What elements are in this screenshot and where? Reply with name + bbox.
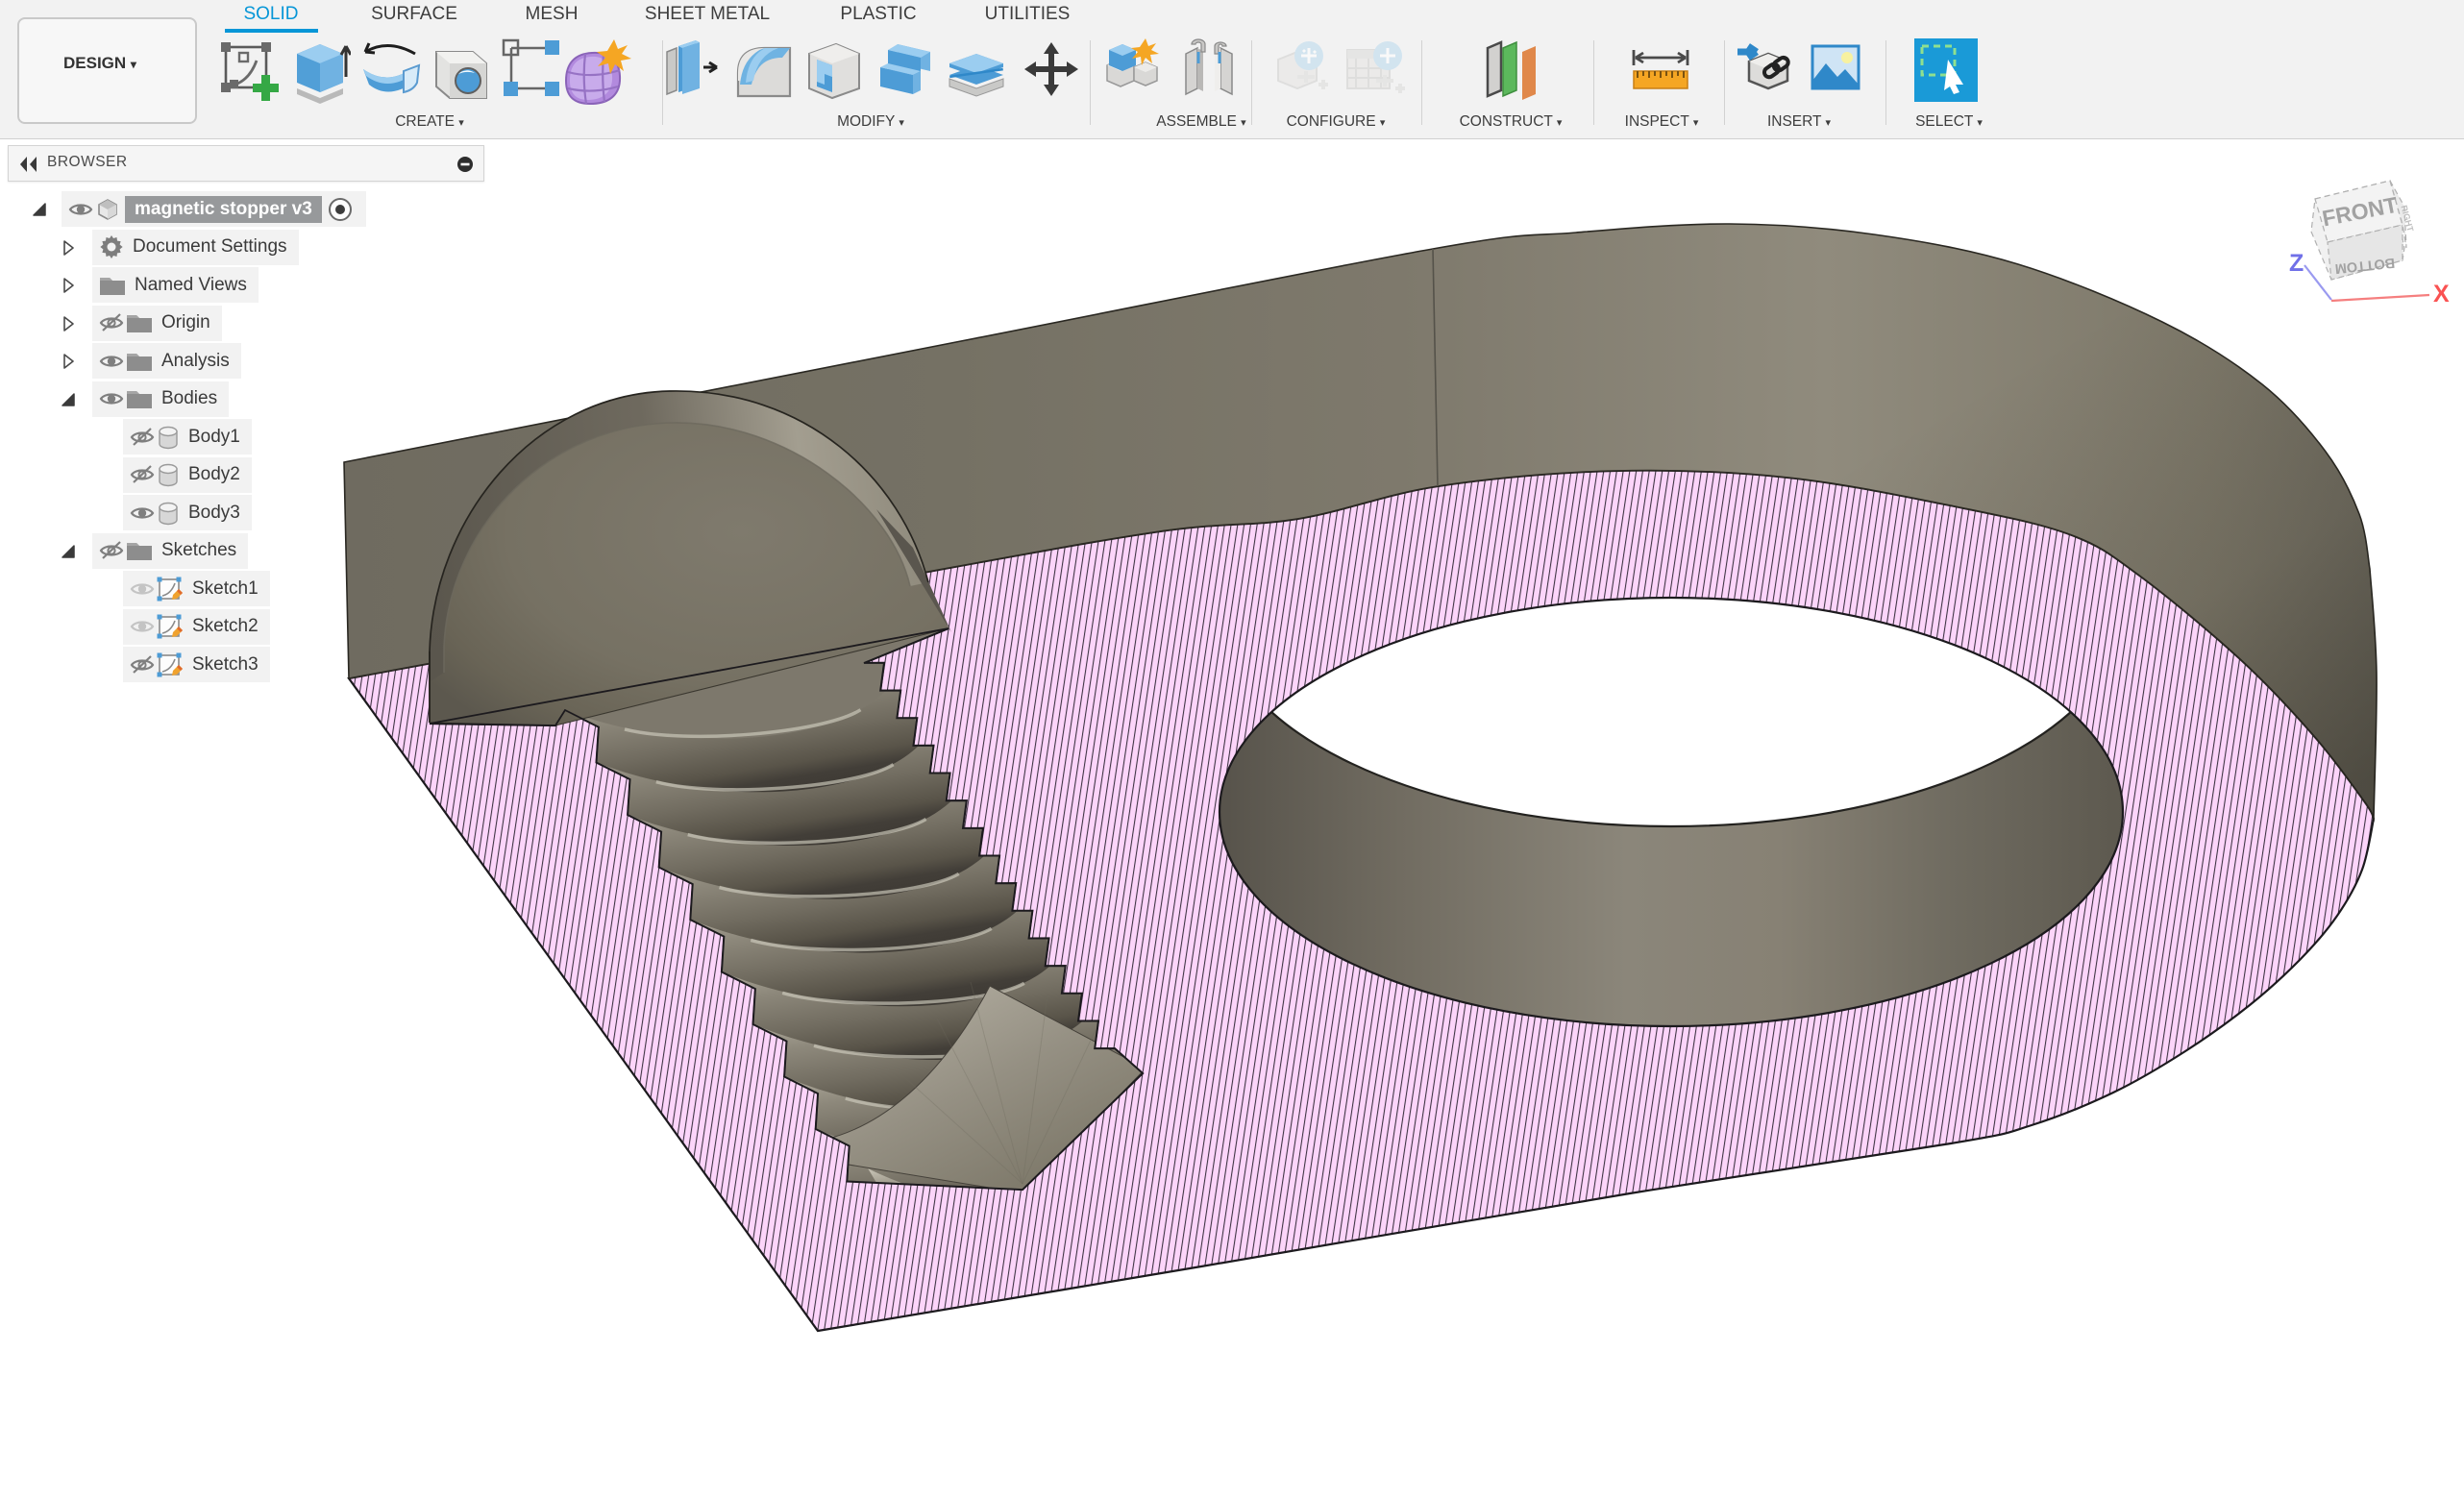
svg-text:Z: Z (2289, 250, 2304, 277)
svg-text:X: X (2433, 281, 2450, 307)
